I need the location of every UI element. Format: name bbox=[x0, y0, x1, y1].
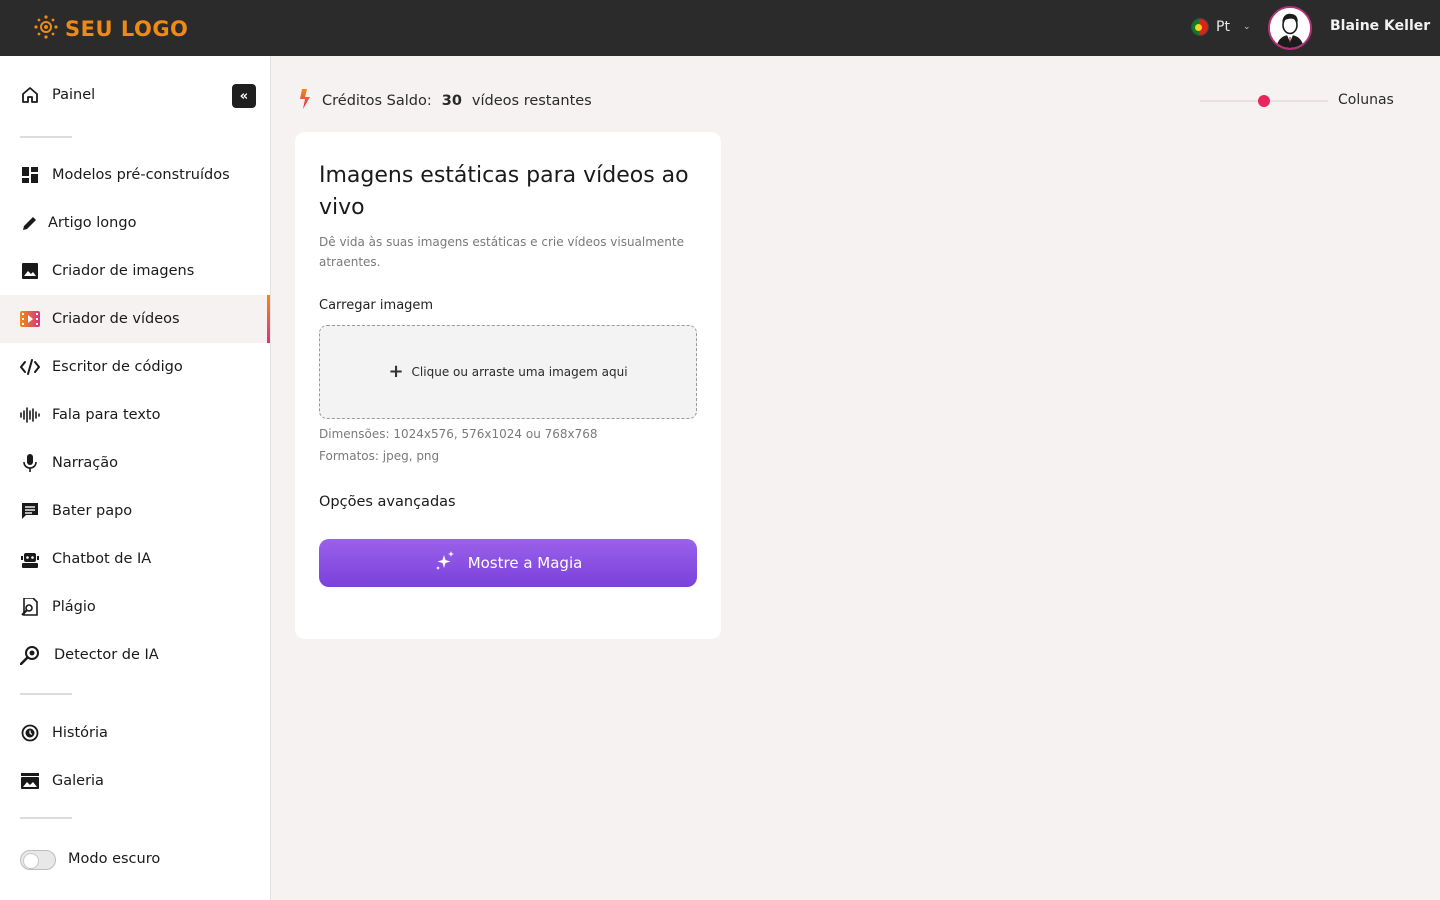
video-form-card: Imagens estáticas para vídeos ao vivo Dê… bbox=[295, 132, 721, 639]
image-icon bbox=[20, 261, 40, 281]
credits-value: 30 bbox=[441, 93, 462, 109]
sidebar-item-label: Bater papo bbox=[52, 503, 133, 519]
sidebar-item-label: Narração bbox=[52, 455, 119, 471]
sidebar-item-chatbot-ia[interactable]: Chatbot de IA bbox=[0, 535, 270, 583]
sidebar-item-label: Criador de imagens bbox=[52, 263, 195, 279]
columns-slider-thumb[interactable] bbox=[1258, 95, 1270, 107]
divider bbox=[20, 817, 72, 819]
gallery-icon bbox=[20, 771, 40, 791]
logo-text: SEU LOGO bbox=[65, 17, 189, 41]
image-dropzone[interactable]: + Clique ou arraste uma imagem aqui bbox=[319, 325, 697, 419]
divider bbox=[20, 136, 72, 138]
sidebar-item-historia[interactable]: História bbox=[0, 709, 270, 757]
sidebar-item-detector-ia[interactable]: Detector de IA bbox=[0, 631, 270, 679]
sidebar-item-criador-videos[interactable]: Criador de vídeos bbox=[0, 295, 270, 343]
sidebar-item-label: Criador de vídeos bbox=[52, 311, 180, 327]
sidebar-item-label: Galeria bbox=[52, 773, 104, 789]
chat-icon bbox=[20, 501, 40, 521]
user-name[interactable]: Blaine Keller bbox=[1330, 18, 1430, 34]
upload-label: Carregar imagem bbox=[319, 298, 434, 313]
language-label: Pt bbox=[1216, 19, 1230, 35]
sidebar-item-bater-papo[interactable]: Bater papo bbox=[0, 487, 270, 535]
history-icon bbox=[20, 723, 40, 743]
sidebar-item-label: Fala para texto bbox=[52, 407, 161, 423]
sidebar: Painel « Modelos pré-construídos Artigo … bbox=[0, 56, 271, 900]
sidebar-item-criador-imagens[interactable]: Criador de imagens bbox=[0, 247, 270, 295]
sparkles-icon bbox=[434, 551, 456, 575]
waveform-icon bbox=[20, 405, 40, 425]
divider bbox=[20, 693, 72, 695]
microphone-icon bbox=[20, 453, 40, 473]
dropzone-text: Clique ou arraste uma imagem aqui bbox=[411, 365, 628, 379]
home-icon bbox=[20, 85, 40, 105]
dimensions-hint: Dimensões: 1024x576, 576x1024 ou 768x768 bbox=[319, 427, 598, 441]
grid-icon bbox=[20, 165, 40, 185]
sidebar-item-label: Painel bbox=[52, 87, 96, 103]
code-icon bbox=[20, 357, 40, 377]
plagiarism-icon bbox=[20, 597, 40, 617]
sidebar-item-plagio[interactable]: Plágio bbox=[0, 583, 270, 631]
plus-icon: + bbox=[388, 361, 404, 382]
card-title: Imagens estáticas para vídeos ao vivo bbox=[319, 163, 689, 220]
avatar[interactable] bbox=[1268, 6, 1312, 50]
sidebar-item-modelos[interactable]: Modelos pré-construídos bbox=[0, 151, 270, 199]
credits-balance: Créditos Saldo: 30 vídeos restantes bbox=[298, 89, 592, 113]
sidebar-item-label: Plágio bbox=[52, 599, 96, 615]
portugal-flag-icon bbox=[1191, 18, 1209, 36]
dark-mode-toggle[interactable] bbox=[20, 850, 56, 870]
logo-icon bbox=[33, 14, 59, 44]
show-magic-label: Mostre a Magia bbox=[467, 554, 583, 572]
card-description: Dê vida às suas imagens estáticas e crie… bbox=[319, 235, 685, 269]
sidebar-item-artigo-longo[interactable]: Artigo longo bbox=[0, 199, 270, 247]
logo[interactable]: SEU LOGO bbox=[33, 14, 188, 44]
credits-label: Créditos Saldo: bbox=[322, 93, 432, 109]
advanced-options-toggle[interactable]: Opções avançadas bbox=[319, 494, 456, 510]
show-magic-button[interactable]: Mostre a Magia bbox=[319, 539, 697, 587]
sidebar-item-fala-texto[interactable]: Fala para texto bbox=[0, 391, 270, 439]
sidebar-item-narracao[interactable]: Narração bbox=[0, 439, 270, 487]
sidebar-item-label: História bbox=[52, 725, 108, 741]
columns-label: Colunas bbox=[1338, 92, 1394, 108]
sidebar-item-label: Detector de IA bbox=[54, 647, 159, 663]
top-bar: SEU LOGO Pt ⌄ Blaine Keller bbox=[0, 0, 1440, 56]
lightning-icon bbox=[298, 89, 312, 113]
robot-icon bbox=[20, 549, 40, 569]
sidebar-item-galeria[interactable]: Galeria bbox=[0, 757, 270, 805]
formats-hint: Formatos: jpeg, png bbox=[319, 449, 440, 463]
sidebar-item-escritor-codigo[interactable]: Escritor de código bbox=[0, 343, 270, 391]
collapse-sidebar-button[interactable]: « bbox=[232, 84, 256, 108]
sidebar-item-painel[interactable]: Painel bbox=[0, 71, 270, 119]
video-icon bbox=[20, 309, 40, 329]
magnifier-icon bbox=[20, 645, 40, 665]
credits-suffix: vídeos restantes bbox=[471, 93, 592, 109]
language-selector[interactable]: Pt ⌄ bbox=[1191, 18, 1250, 36]
sidebar-item-label: Modelos pré-construídos bbox=[52, 167, 230, 183]
sidebar-item-label: Artigo longo bbox=[48, 215, 137, 231]
dark-mode-label: Modo escuro bbox=[68, 851, 161, 867]
chevron-down-icon: ⌄ bbox=[1242, 22, 1251, 32]
pen-icon bbox=[20, 213, 40, 233]
sidebar-item-label: Escritor de código bbox=[52, 359, 183, 375]
sidebar-item-label: Chatbot de IA bbox=[52, 551, 152, 567]
